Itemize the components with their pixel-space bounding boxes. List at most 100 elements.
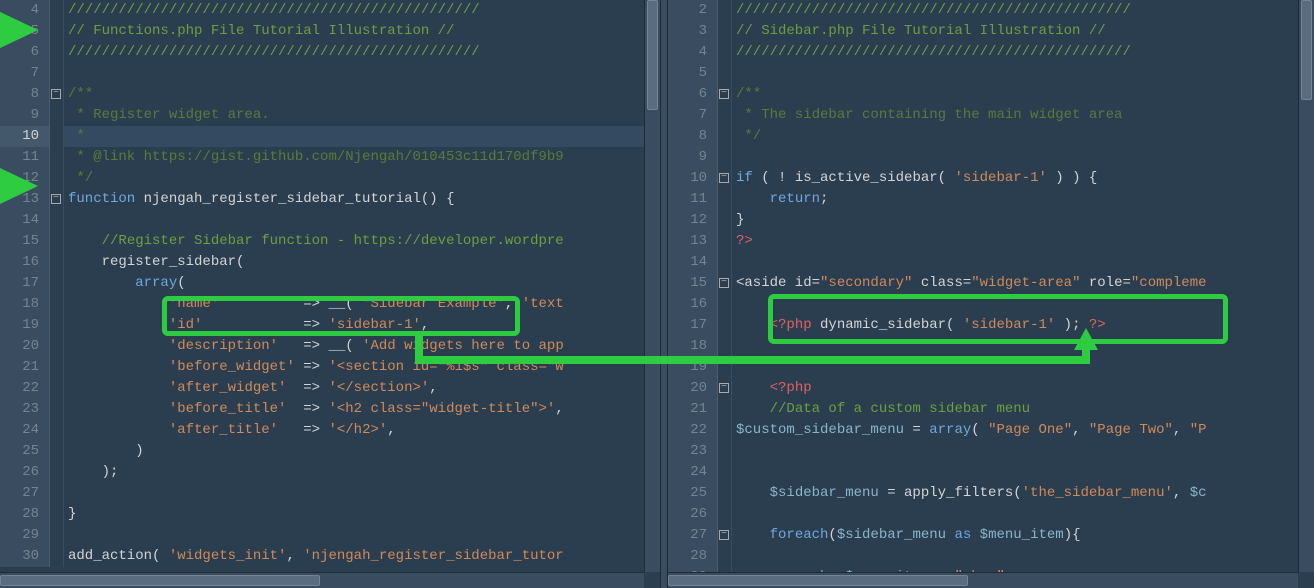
code-text[interactable]: 'after_title' => '</h2>', [64, 420, 660, 441]
code-text[interactable] [732, 63, 1314, 84]
code-text[interactable]: /** [64, 84, 660, 105]
fold-gutter[interactable] [50, 441, 64, 462]
code-text[interactable] [64, 210, 660, 231]
code-text[interactable]: foreach($sidebar_menu as $menu_item){ [732, 525, 1314, 546]
fold-gutter[interactable] [50, 105, 64, 126]
code-line[interactable]: 6−/** [668, 84, 1314, 105]
fold-gutter[interactable] [718, 42, 732, 63]
code-line[interactable]: 28} [0, 504, 660, 525]
code-text[interactable]: // Functions.php File Tutorial Illustrat… [64, 21, 660, 42]
code-text[interactable]: <?php dynamic_sidebar( 'sidebar-1' ); ?> [732, 315, 1314, 336]
code-text[interactable]: //Data of a custom sidebar menu [732, 399, 1314, 420]
fold-gutter[interactable] [718, 0, 732, 21]
code-text[interactable]: */ [64, 168, 660, 189]
code-line[interactable]: 18 'name' => __( 'Sidebar Example', 'tex… [0, 294, 660, 315]
code-text[interactable]: } [732, 210, 1314, 231]
right-horizontal-scrollbar[interactable] [668, 572, 1298, 588]
code-line[interactable]: 20 'description' => __( 'Add widgets her… [0, 336, 660, 357]
code-text[interactable]: 'id' => 'sidebar-1', [64, 315, 660, 336]
fold-gutter[interactable] [50, 0, 64, 21]
code-text[interactable]: ////////////////////////////////////////… [732, 0, 1314, 21]
code-text[interactable]: //Register Sidebar function - https://de… [64, 231, 660, 252]
code-line[interactable]: 30add_action( 'widgets_init', 'njengah_r… [0, 546, 660, 567]
fold-gutter[interactable] [50, 315, 64, 336]
code-line[interactable]: 17 array( [0, 273, 660, 294]
code-text[interactable]: function njengah_register_sidebar_tutori… [64, 189, 660, 210]
fold-gutter[interactable] [50, 168, 64, 189]
code-line[interactable]: 12} [668, 210, 1314, 231]
code-line[interactable]: 27− foreach($sidebar_menu as $menu_item)… [668, 525, 1314, 546]
code-text[interactable] [732, 441, 1314, 462]
fold-gutter[interactable] [718, 441, 732, 462]
right-vscroll-thumb[interactable] [1301, 0, 1312, 100]
code-line[interactable]: 26 ); [0, 462, 660, 483]
code-text[interactable]: 'before_title' => '<h2 class="widget-tit… [64, 399, 660, 420]
fold-gutter[interactable] [718, 420, 732, 441]
code-line[interactable]: 6///////////////////////////////////////… [0, 42, 660, 63]
code-line[interactable]: 27 [0, 483, 660, 504]
code-line[interactable]: 5 [668, 63, 1314, 84]
fold-gutter[interactable] [50, 252, 64, 273]
fold-gutter[interactable] [50, 336, 64, 357]
code-line[interactable]: 10 * [0, 126, 660, 147]
code-text[interactable]: * [64, 126, 660, 147]
code-line[interactable]: 22$custom_sidebar_menu = array( "Page On… [668, 420, 1314, 441]
code-text[interactable]: <aside id="secondary" class="widget-area… [732, 273, 1314, 294]
fold-toggle-icon[interactable]: − [719, 530, 729, 540]
code-text[interactable]: 'description' => __( 'Add widgets here t… [64, 336, 660, 357]
code-line[interactable]: 11 * @link https://gist.github.com/Njeng… [0, 147, 660, 168]
code-line[interactable]: 24 'after_title' => '</h2>', [0, 420, 660, 441]
code-text[interactable]: */ [732, 126, 1314, 147]
fold-gutter[interactable] [50, 147, 64, 168]
code-line[interactable]: 4///////////////////////////////////////… [0, 0, 660, 21]
fold-gutter[interactable] [718, 399, 732, 420]
fold-gutter[interactable] [718, 21, 732, 42]
fold-gutter[interactable] [718, 231, 732, 252]
code-line[interactable]: 3// Sidebar.php File Tutorial Illustrati… [668, 21, 1314, 42]
code-text[interactable]: array( [64, 273, 660, 294]
fold-gutter[interactable]: − [718, 273, 732, 294]
fold-toggle-icon[interactable]: − [51, 89, 61, 99]
fold-gutter[interactable] [50, 399, 64, 420]
fold-gutter[interactable] [718, 483, 732, 504]
code-line[interactable]: 8−/** [0, 84, 660, 105]
fold-gutter[interactable]: − [718, 525, 732, 546]
fold-gutter[interactable] [718, 210, 732, 231]
code-text[interactable]: add_action( 'widgets_init', 'njengah_reg… [64, 546, 660, 567]
code-line[interactable]: 7 * The sidebar containing the main widg… [668, 105, 1314, 126]
fold-gutter[interactable] [718, 126, 732, 147]
fold-gutter[interactable] [50, 357, 64, 378]
right-hscroll-thumb[interactable] [668, 575, 968, 586]
left-code-area[interactable]: 4///////////////////////////////////////… [0, 0, 660, 588]
code-text[interactable]: ); [64, 462, 660, 483]
code-line[interactable]: 4///////////////////////////////////////… [668, 42, 1314, 63]
code-line[interactable]: 21 //Data of a custom sidebar menu [668, 399, 1314, 420]
fold-gutter[interactable] [50, 378, 64, 399]
code-line[interactable]: 14 [0, 210, 660, 231]
fold-gutter[interactable] [718, 462, 732, 483]
code-line[interactable]: 5// Functions.php File Tutorial Illustra… [0, 21, 660, 42]
code-line[interactable]: 26 [668, 504, 1314, 525]
code-line[interactable]: 15 //Register Sidebar function - https:/… [0, 231, 660, 252]
fold-gutter[interactable] [50, 483, 64, 504]
fold-gutter[interactable] [50, 504, 64, 525]
code-line[interactable]: 7 [0, 63, 660, 84]
code-line[interactable]: 13−function njengah_register_sidebar_tut… [0, 189, 660, 210]
code-text[interactable] [732, 546, 1314, 567]
fold-gutter[interactable] [718, 63, 732, 84]
fold-gutter[interactable] [50, 126, 64, 147]
fold-gutter[interactable] [50, 210, 64, 231]
code-line[interactable]: 28 [668, 546, 1314, 567]
code-line[interactable]: 11 return; [668, 189, 1314, 210]
code-line[interactable]: 29 [0, 525, 660, 546]
code-line[interactable]: 17 <?php dynamic_sidebar( 'sidebar-1' );… [668, 315, 1314, 336]
left-horizontal-scrollbar[interactable] [0, 572, 644, 588]
code-text[interactable]: ////////////////////////////////////////… [64, 42, 660, 63]
pane-divider[interactable] [660, 0, 668, 588]
fold-gutter[interactable] [718, 189, 732, 210]
code-line[interactable]: 15−<aside id="secondary" class="widget-a… [668, 273, 1314, 294]
code-text[interactable] [732, 462, 1314, 483]
code-text[interactable] [64, 483, 660, 504]
code-line[interactable]: 9 * Register widget area. [0, 105, 660, 126]
code-line[interactable]: 19 'id' => 'sidebar-1', [0, 315, 660, 336]
